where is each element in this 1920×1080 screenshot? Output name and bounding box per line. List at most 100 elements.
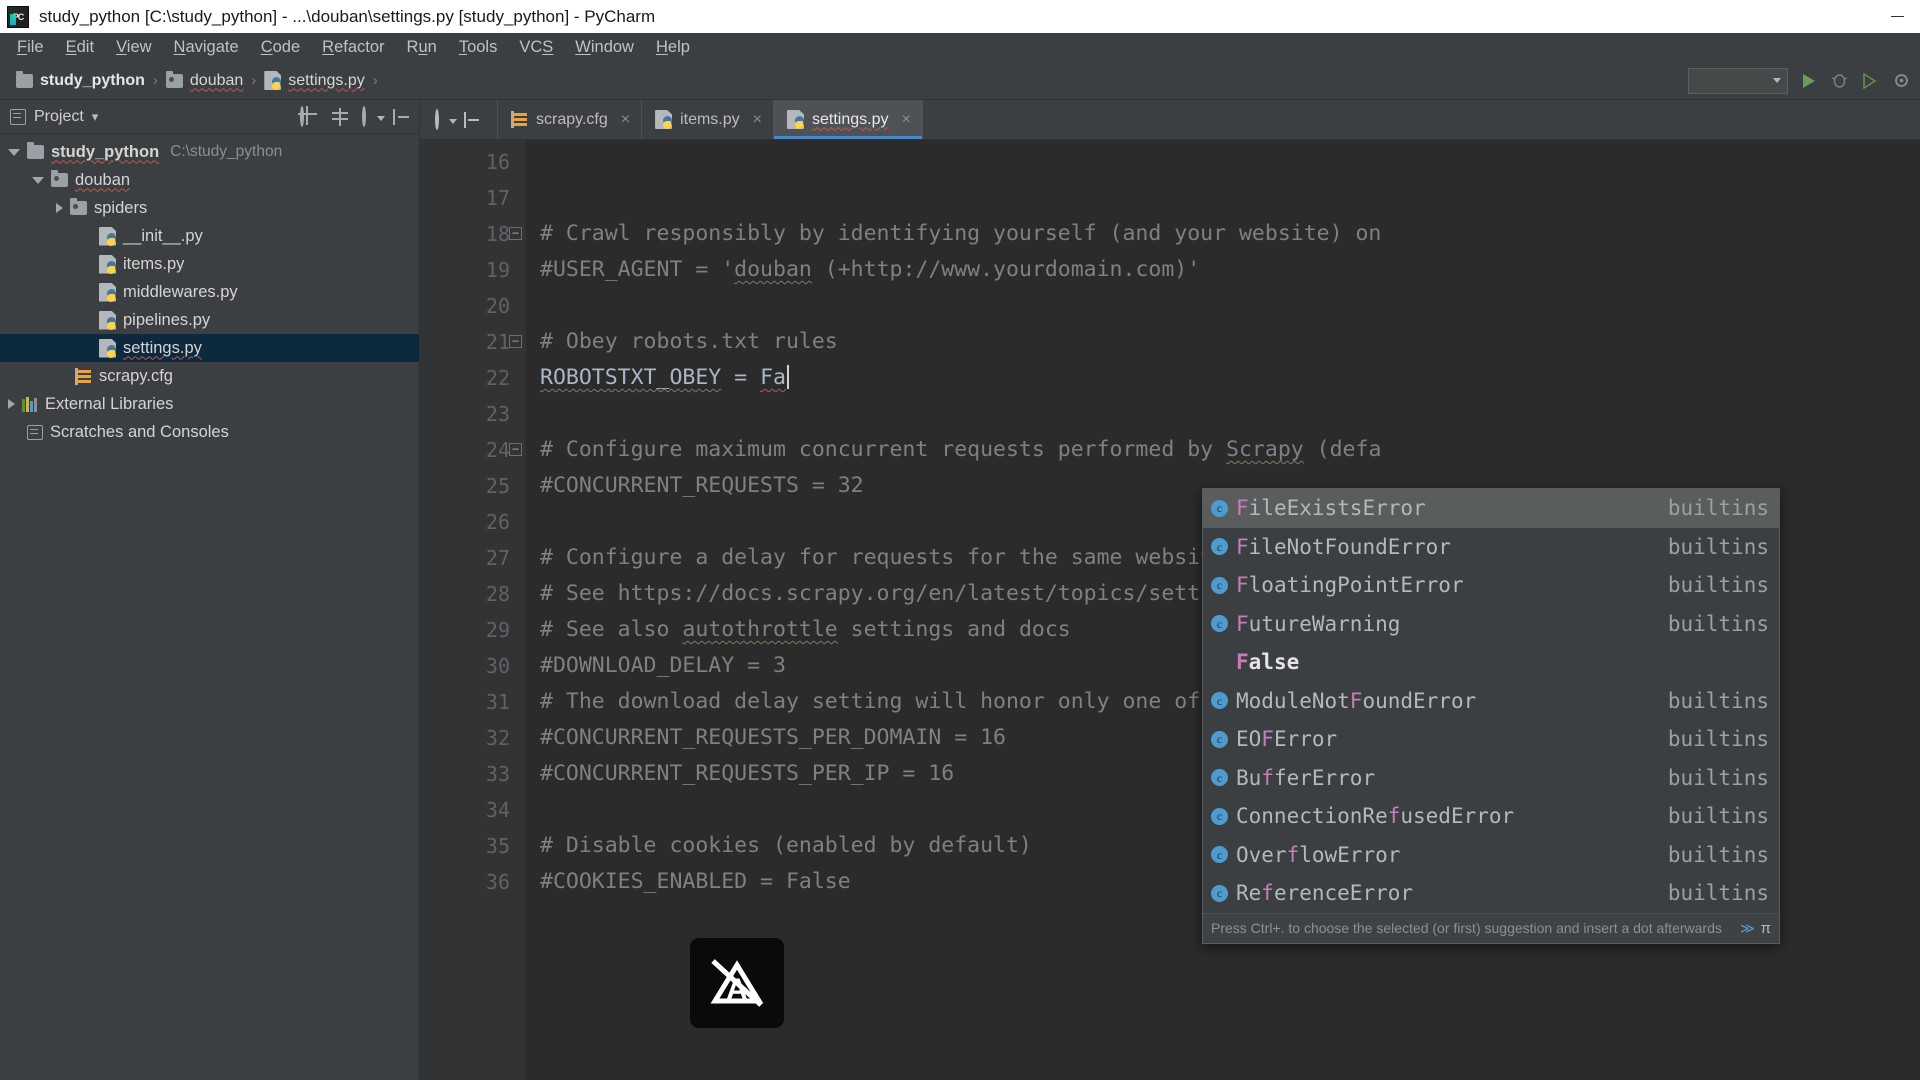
- menu-edit[interactable]: Edit: [55, 36, 105, 59]
- run-coverage-button[interactable]: [1859, 70, 1881, 92]
- tree-item-douban[interactable]: douban: [0, 166, 419, 194]
- menu-window[interactable]: Window: [564, 36, 645, 59]
- tree-item-init-py[interactable]: __init__.py: [0, 222, 419, 250]
- gear-icon[interactable]: [362, 105, 385, 127]
- autocomplete-item-namespace: builtins: [1667, 727, 1769, 752]
- menu-file[interactable]: File: [6, 36, 55, 59]
- menu-run[interactable]: Run: [396, 36, 448, 59]
- menu-view[interactable]: View: [105, 36, 162, 59]
- fold-toggle-icon[interactable]: −: [509, 443, 522, 456]
- breadcrumb-item-douban[interactable]: douban: [160, 70, 249, 90]
- menu-vcs[interactable]: VCS: [508, 36, 564, 59]
- fold-toggle-icon[interactable]: −: [509, 335, 522, 348]
- autocomplete-item-label: ModuleNotFoundError: [1236, 688, 1477, 713]
- close-icon[interactable]: ×: [901, 111, 910, 129]
- class-icon: c: [1211, 692, 1228, 710]
- run-configuration-selector[interactable]: [1688, 67, 1788, 94]
- expand-icon[interactable]: ≫: [1740, 920, 1755, 937]
- tree-item-middlewares-py[interactable]: middlewares.py: [0, 278, 419, 306]
- pi-icon[interactable]: π: [1761, 920, 1771, 937]
- autocomplete-item[interactable]: c FloatingPointError builtins: [1203, 566, 1779, 605]
- hide-panel-icon[interactable]: [393, 108, 411, 126]
- autocomplete-item[interactable]: c ReferenceError builtins: [1203, 874, 1779, 913]
- autocomplete-item[interactable]: False: [1203, 643, 1779, 682]
- fold-toggle-icon[interactable]: −: [509, 227, 522, 240]
- menu-code[interactable]: Code: [250, 36, 311, 59]
- line-number: 30: [485, 654, 510, 678]
- code-line: #USER_AGENT = 'douban (+http://www.yourd…: [540, 257, 1201, 282]
- close-icon[interactable]: ×: [621, 111, 630, 129]
- editor-tab-settings-py[interactable]: settings.py ×: [774, 100, 923, 139]
- navbar-actions: [1688, 67, 1920, 94]
- autocomplete-item[interactable]: c ModuleNotFoundError builtins: [1203, 682, 1779, 721]
- project-window-icon: [10, 108, 26, 125]
- line-number: 29: [485, 618, 510, 642]
- tree-item-external-libraries[interactable]: External Libraries: [0, 390, 419, 418]
- autocomplete-item[interactable]: c BufferError builtins: [1203, 759, 1779, 798]
- chevron-right-icon[interactable]: [8, 399, 15, 409]
- autocomplete-item[interactable]: c EOFError builtins: [1203, 720, 1779, 759]
- tree-item-scratches-and-consoles[interactable]: Scratches and Consoles: [0, 418, 419, 446]
- scroll-from-source-icon[interactable]: [300, 105, 318, 127]
- breadcrumb-item-study-python[interactable]: study_python: [10, 70, 151, 90]
- line-number: 36: [485, 870, 510, 894]
- line-number: 23: [485, 402, 510, 426]
- chevron-down-icon[interactable]: ▾: [92, 109, 99, 125]
- class-icon: c: [1211, 499, 1228, 517]
- line-number: 27: [485, 546, 510, 570]
- hide-tabs-icon[interactable]: [464, 111, 482, 129]
- line-number: 35: [485, 834, 510, 858]
- autocomplete-item-label: OverflowError: [1236, 842, 1401, 867]
- chevron-down-icon[interactable]: [32, 176, 44, 184]
- close-icon[interactable]: ×: [753, 111, 762, 129]
- menu-navigate[interactable]: Navigate: [163, 36, 250, 59]
- autocomplete-item[interactable]: c ConnectionRefusedError builtins: [1203, 797, 1779, 836]
- project-panel-title: Project: [34, 107, 84, 125]
- autocomplete-item-label: EOFError: [1236, 727, 1338, 752]
- autocomplete-item-namespace: builtins: [1667, 534, 1769, 559]
- tree-item-scrapy-cfg[interactable]: scrapy.cfg: [0, 362, 419, 390]
- editor-tab-scrapy-cfg[interactable]: scrapy.cfg ×: [498, 100, 643, 139]
- chevron-down-icon[interactable]: [8, 148, 20, 156]
- gear-icon[interactable]: [435, 108, 457, 130]
- class-icon: c: [1211, 576, 1228, 594]
- breadcrumb-item-settings-py[interactable]: settings.py: [258, 71, 370, 90]
- settings-button[interactable]: [1890, 70, 1912, 92]
- tree-item-label: External Libraries: [45, 394, 174, 413]
- code-line: # Crawl responsibly by identifying yours…: [540, 221, 1382, 246]
- menu-tools[interactable]: Tools: [448, 36, 509, 59]
- autocomplete-item[interactable]: c OverflowError builtins: [1203, 836, 1779, 875]
- editor-vertical-scrollbar[interactable]: [1907, 140, 1920, 1080]
- watermark-overlay-icon: A: [690, 938, 784, 1028]
- menu-refactor[interactable]: Refactor: [311, 36, 395, 59]
- autocomplete-item-label: FutureWarning: [1236, 611, 1401, 636]
- debug-button[interactable]: [1828, 70, 1850, 92]
- line-number: 33: [485, 762, 510, 786]
- class-icon: c: [1211, 615, 1228, 633]
- menu-help[interactable]: Help: [645, 36, 701, 59]
- collapse-all-icon[interactable]: [331, 107, 349, 126]
- breadcrumb-label: study_python: [40, 71, 145, 89]
- tree-item-pipelines-py[interactable]: pipelines.py: [0, 306, 419, 334]
- minimize-button[interactable]: [1874, 0, 1920, 33]
- autocomplete-item-label: FloatingPointError: [1236, 573, 1464, 598]
- code-line: # Configure maximum concurrent requests …: [540, 437, 1382, 462]
- class-icon: c: [1211, 769, 1228, 787]
- autocomplete-popup[interactable]: c FileExistsError builtins c FileNotFoundErr…: [1202, 488, 1780, 944]
- run-button[interactable]: [1797, 70, 1819, 92]
- class-icon: c: [1211, 730, 1228, 748]
- chevron-right-icon[interactable]: [56, 203, 63, 213]
- autocomplete-item[interactable]: c FileExistsError builtins: [1203, 489, 1779, 528]
- python-file-icon: [99, 226, 116, 246]
- tree-item-spiders[interactable]: spiders: [0, 194, 419, 222]
- folder-icon: [165, 70, 183, 88]
- line-number: 34: [485, 798, 510, 822]
- editor-tab-items-py[interactable]: items.py ×: [642, 100, 774, 139]
- tree-item-settings-py[interactable]: settings.py: [0, 334, 419, 362]
- project-panel-header: Project ▾: [0, 100, 419, 134]
- autocomplete-item[interactable]: c FileNotFoundError builtins: [1203, 528, 1779, 567]
- autocomplete-item[interactable]: c FutureWarning builtins: [1203, 605, 1779, 644]
- tree-item-items-py[interactable]: items.py: [0, 250, 419, 278]
- tree-item-study-python[interactable]: study_python C:\study_python: [0, 138, 419, 166]
